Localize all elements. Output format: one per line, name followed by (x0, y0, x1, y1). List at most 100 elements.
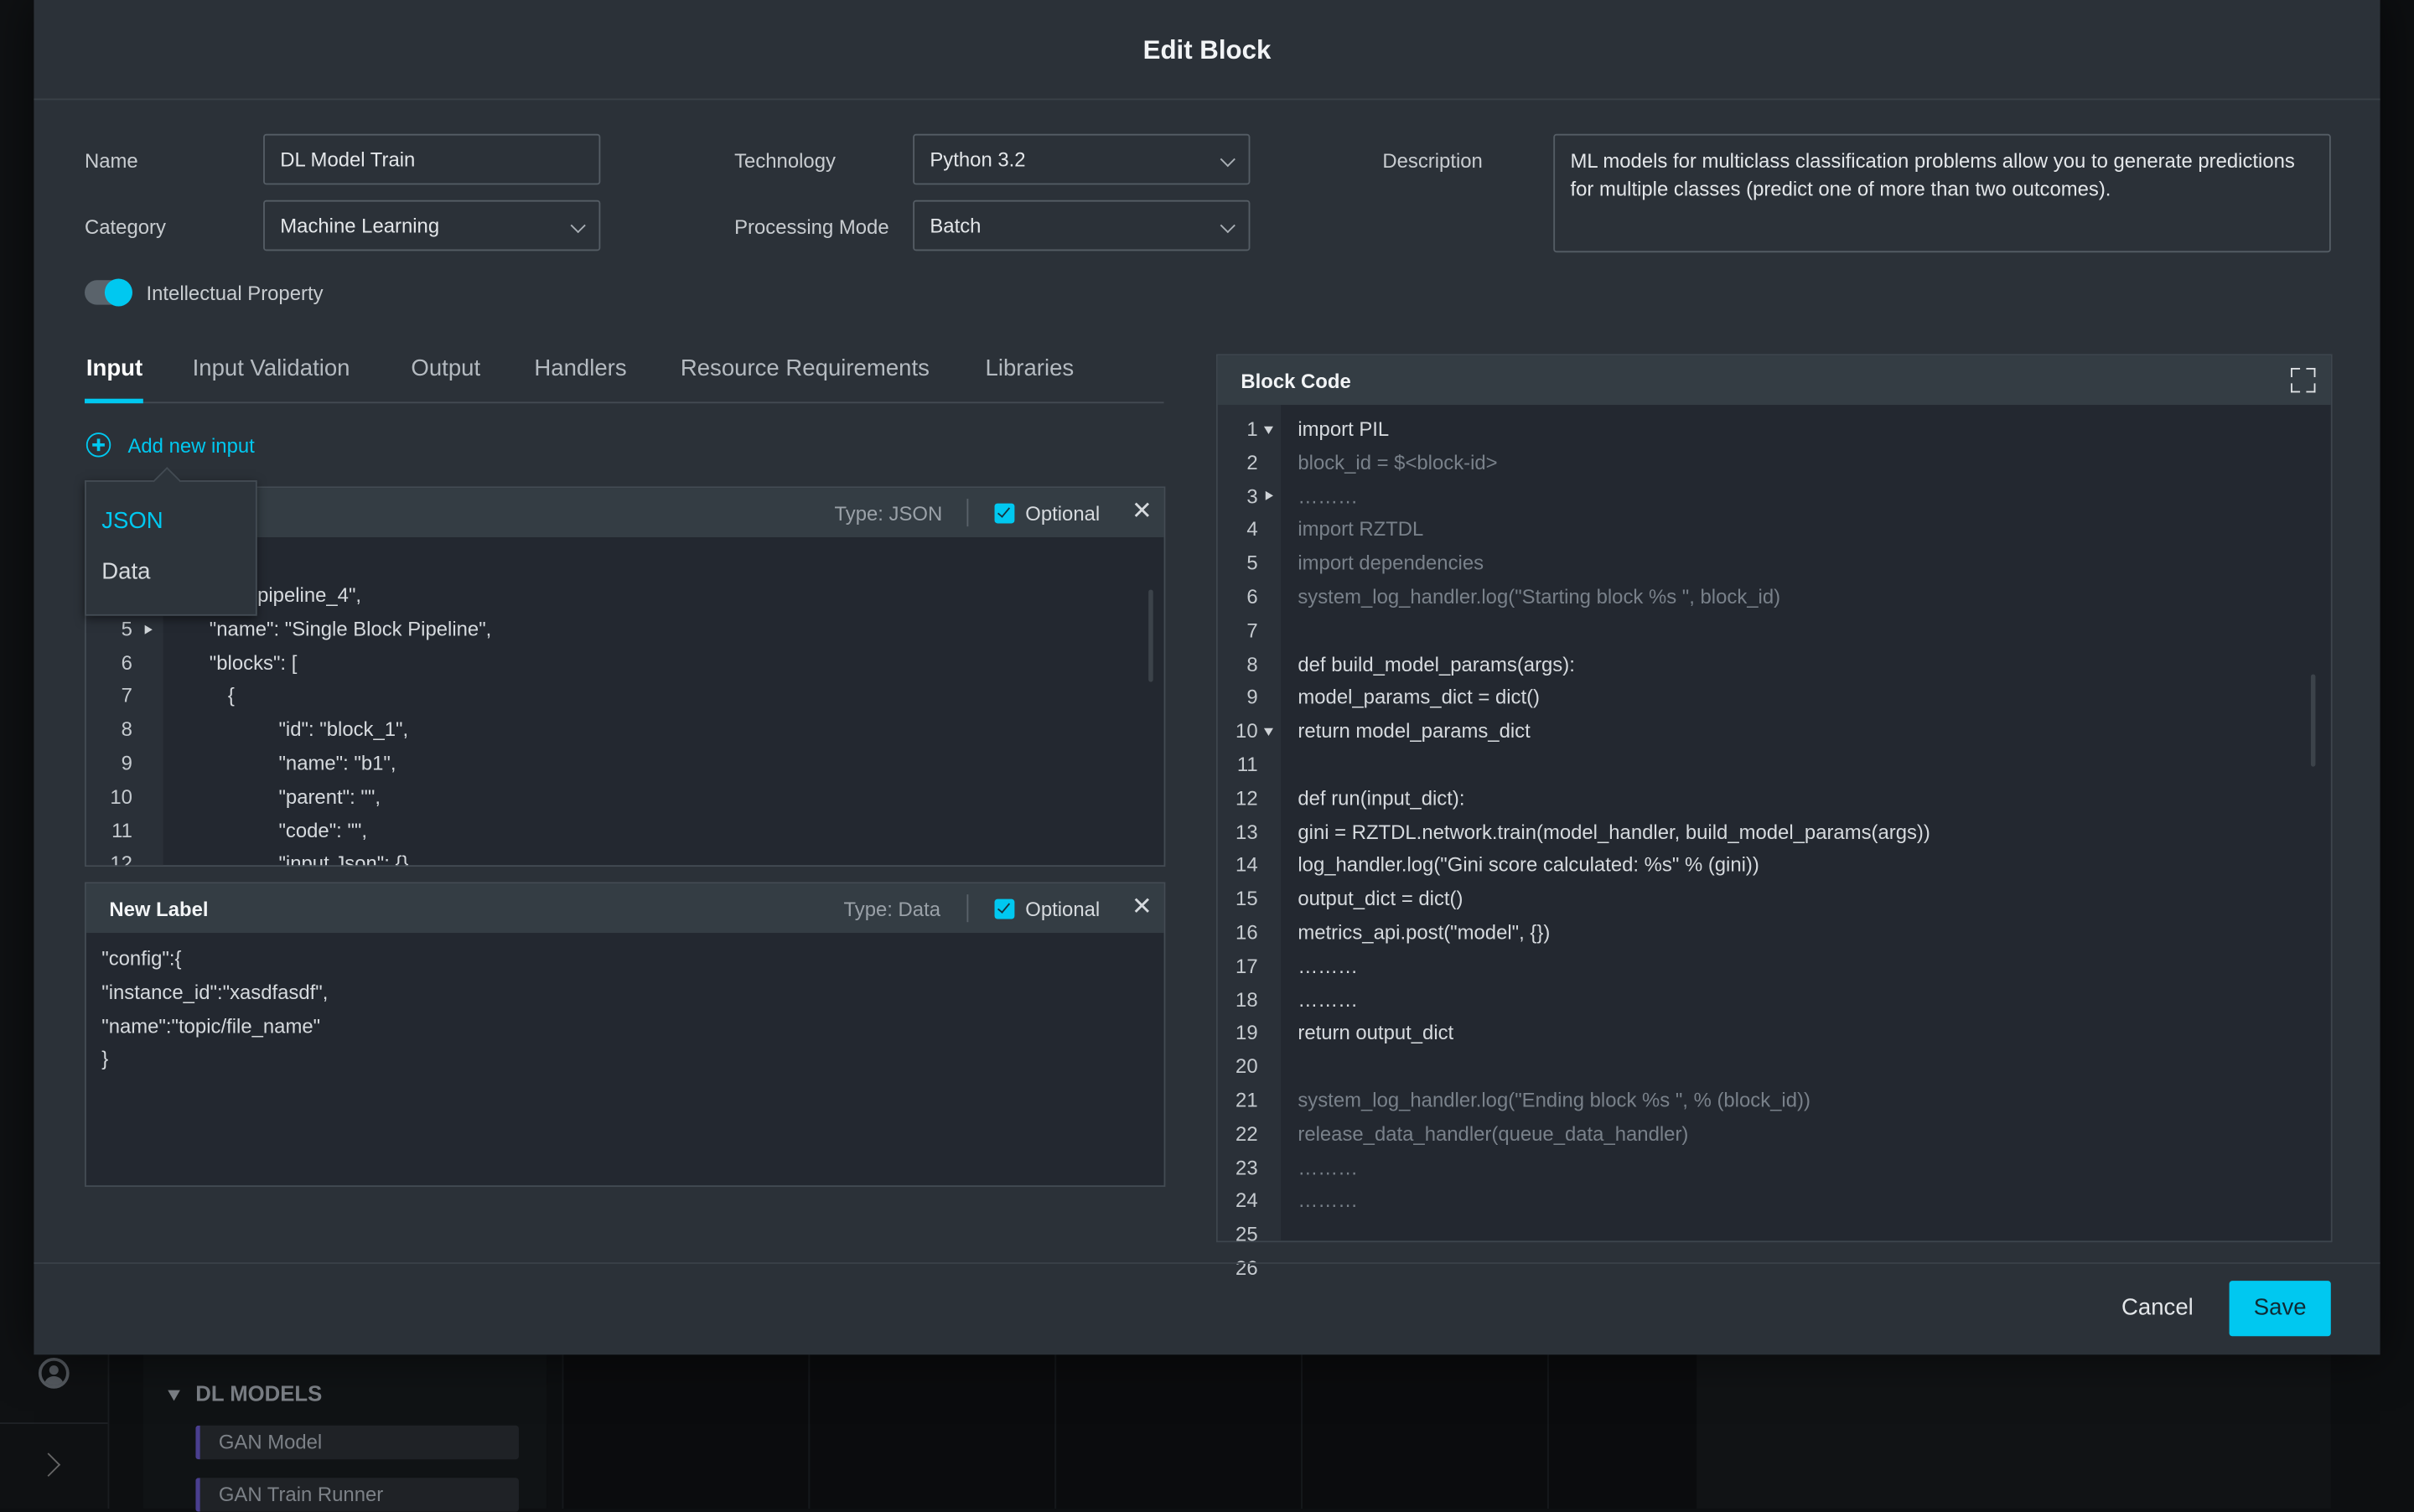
ip-toggle[interactable] (85, 278, 132, 307)
sidebar-item[interactable]: GAN Model (195, 1425, 519, 1460)
line-number: 3 (1246, 484, 1258, 508)
tab-handlers[interactable]: Handlers (534, 355, 626, 381)
expand-chevron-icon[interactable] (36, 1452, 61, 1477)
code-line: "parent": "", (278, 784, 381, 808)
name-input[interactable]: DL Model Train (263, 133, 601, 185)
fold-arrow-icon[interactable] (144, 624, 153, 634)
technology-value: Python 3.2 (930, 148, 1026, 171)
name-label: Name (85, 149, 138, 173)
code-line: "code": "", (278, 818, 368, 841)
line-number: 22 (1235, 1121, 1258, 1146)
tab-output[interactable]: Output (411, 355, 480, 381)
code-line: return output_dict (1298, 1021, 1454, 1045)
code-line: gini = RZTDL.network.train(model_handler… (1298, 820, 1930, 843)
code-line: "input Json": {} (278, 852, 409, 867)
code-line: "name": "Single Block Pipeline", (209, 617, 492, 640)
code-line: ……… (1298, 1155, 1358, 1179)
collapse-icon[interactable] (168, 1390, 180, 1401)
line-number: 5 (121, 617, 132, 640)
line-number: 13 (1235, 820, 1258, 843)
sidebar-item[interactable]: GAN Train Runner (195, 1478, 519, 1512)
line-number: 11 (1236, 753, 1258, 776)
code-line: def run(input_dict): (1298, 786, 1465, 810)
line-number: 19 (1235, 1021, 1258, 1045)
line-number: 17 (1235, 954, 1258, 977)
optional-checkbox[interactable] (994, 503, 1015, 524)
cancel-button[interactable]: Cancel (2121, 1295, 2194, 1321)
line-number: 12 (1235, 786, 1258, 810)
code-line: def build_model_params(args): (1298, 652, 1575, 676)
code-line: return model_params_dict (1298, 719, 1531, 743)
tab-input-validation[interactable]: Input Validation (193, 355, 350, 381)
processing-mode-select[interactable]: Batch (913, 199, 1251, 251)
menu-item-data[interactable]: Data (101, 559, 150, 585)
line-number: 4 (1246, 517, 1258, 541)
tab-libraries[interactable]: Libraries (986, 355, 1075, 381)
code-line: system_log_handler.log("Ending block %s … (1298, 1088, 1810, 1112)
scrollbar[interactable] (2310, 674, 2316, 767)
code-line: "name":"topic/file_name" (101, 1013, 321, 1038)
tab-resource-requirements[interactable]: Resource Requirements (681, 355, 930, 381)
input-panel-data: New Label Type: Data Optional ✕ "config"… (85, 882, 1166, 1188)
code-line: "id": "block_1", (278, 717, 409, 741)
fold-arrow-icon[interactable] (1263, 728, 1273, 737)
code-line: ……… (1298, 484, 1358, 508)
line-number: 25 (1235, 1222, 1258, 1246)
close-icon[interactable]: ✕ (1132, 495, 1153, 526)
code-line: model_params_dict = dict() (1298, 686, 1541, 709)
description-label: Description (1382, 149, 1483, 173)
code-line: ……… (1298, 1188, 1358, 1213)
expand-icon[interactable] (2291, 367, 2316, 393)
block-code-panel: Block Code 1 import PIL 2 block_id = $<bloc… (1216, 354, 2333, 1279)
line-number: 8 (121, 717, 132, 741)
line-number: 21 (1235, 1088, 1258, 1112)
line-number: 6 (121, 650, 132, 674)
code-line: { (227, 684, 235, 707)
scrollbar[interactable] (1148, 589, 1153, 682)
line-number: 10 (110, 784, 132, 808)
code-line: system_log_handler.log("Starting block %… (1298, 584, 1781, 608)
block-code-title: Block Code (1241, 369, 1351, 393)
code-line: ……… (1298, 954, 1358, 977)
line-number: 9 (1246, 686, 1258, 709)
line-number: 16 (1235, 920, 1258, 944)
technology-select[interactable]: Python 3.2 (913, 133, 1251, 185)
add-input-label: Add new input (127, 433, 255, 458)
code-line: release_data_handler(queue_data_handler) (1298, 1121, 1689, 1146)
line-number: 10 (1235, 719, 1258, 743)
code-line: block_id = $<block-id> (1298, 450, 1498, 474)
line-number: 2 (1246, 450, 1258, 474)
code-line: import RZTDL (1298, 517, 1424, 541)
processing-mode-label: Processing Mode (734, 215, 889, 239)
line-number: 7 (121, 684, 132, 707)
line-number: 8 (1246, 652, 1258, 676)
optional-checkbox[interactable] (994, 898, 1015, 919)
input-label[interactable]: New Label (109, 898, 208, 921)
ip-label: Intellectual Property (146, 282, 324, 305)
save-button[interactable]: Save (2229, 1281, 2331, 1337)
line-number: 1 (1246, 417, 1258, 441)
line-number: 6 (1246, 584, 1258, 608)
code-line: "config":{ (101, 946, 182, 971)
line-number: 9 (121, 751, 132, 774)
input-type-menu: JSON Data (85, 467, 257, 616)
user-icon[interactable] (38, 1357, 70, 1389)
menu-item-json[interactable]: JSON (101, 508, 163, 534)
processing-mode-value: Batch (930, 214, 982, 237)
fold-arrow-icon[interactable] (1265, 490, 1273, 500)
description-textarea[interactable]: ML models for multiclass classification … (1553, 133, 2331, 253)
close-icon[interactable]: ✕ (1132, 891, 1153, 922)
category-select[interactable]: Machine Learning (263, 199, 601, 251)
tab-input[interactable]: Input (86, 355, 142, 381)
section-title: DL MODELS (195, 1380, 323, 1406)
line-number: 26 (1235, 1256, 1258, 1280)
input-type: Type: Data (843, 897, 941, 921)
code-line: "name": "b1", (278, 751, 396, 774)
code-line: metrics_api.post("model", {}) (1298, 920, 1551, 944)
plus-circle-icon (85, 432, 111, 458)
line-number: 23 (1235, 1155, 1258, 1179)
line-number: 14 (1235, 853, 1258, 877)
code-line: "instance_id":"xasdfasdf", (101, 980, 329, 1004)
optional-label: Optional (1025, 501, 1101, 526)
fold-arrow-icon[interactable] (1263, 426, 1273, 434)
